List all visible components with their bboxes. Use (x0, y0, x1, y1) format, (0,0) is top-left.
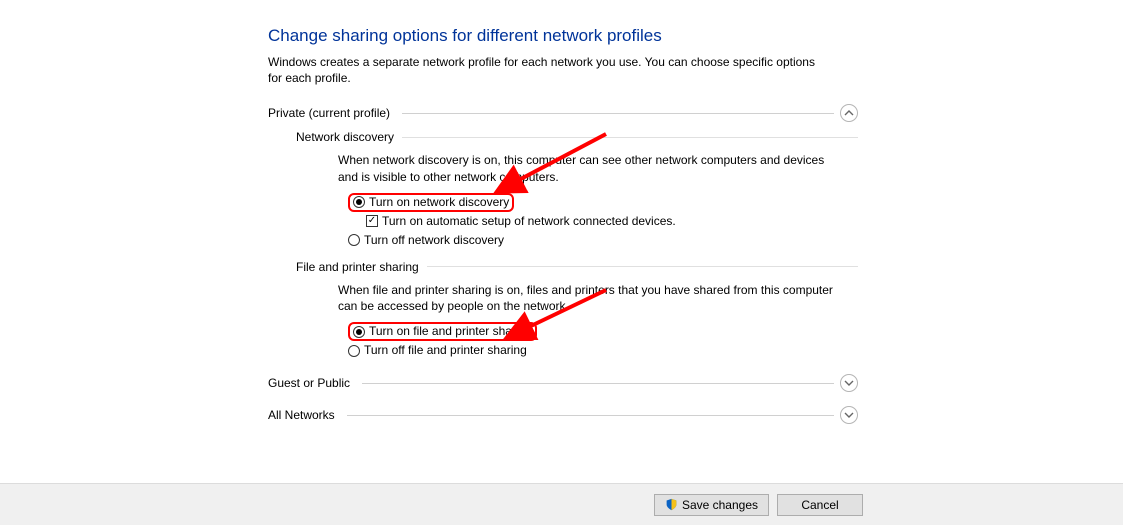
desc-network-discovery: When network discovery is on, this compu… (338, 152, 838, 184)
options-file-printer: Turn on file and printer sharing Turn of… (348, 322, 855, 360)
radio-fp-on-row[interactable]: Turn on file and printer sharing (348, 322, 855, 341)
divider-line (362, 383, 834, 384)
page-title: Change sharing options for different net… (268, 26, 855, 46)
radio-fp-on-label: Turn on file and printer sharing (369, 322, 532, 341)
checkbox-icon[interactable]: ✓ (366, 215, 378, 227)
divider-line (402, 137, 858, 138)
radio-fp-off-row[interactable]: Turn off file and printer sharing (348, 341, 855, 360)
heading-network-discovery: Network discovery (296, 130, 858, 144)
annotation-highlight-nd-on: Turn on network discovery (348, 193, 514, 212)
main-content: Change sharing options for different net… (0, 0, 855, 424)
desc-file-printer: When file and printer sharing is on, fil… (338, 282, 838, 314)
save-changes-button[interactable]: Save changes (654, 494, 769, 516)
radio-icon[interactable] (353, 326, 365, 338)
section-private-label: Private (current profile) (268, 106, 396, 120)
options-network-discovery: Turn on network discovery ✓ Turn on auto… (348, 193, 855, 250)
cancel-button[interactable]: Cancel (777, 494, 863, 516)
radio-fp-off-label: Turn off file and printer sharing (364, 341, 527, 360)
section-guest-label: Guest or Public (268, 376, 356, 390)
radio-nd-on-row[interactable]: Turn on network discovery (348, 193, 855, 212)
page-description: Windows creates a separate network profi… (268, 54, 828, 86)
annotation-highlight-fp-on: Turn on file and printer sharing (348, 322, 537, 341)
section-all-header[interactable]: All Networks (268, 406, 858, 424)
checkbox-auto-setup-row[interactable]: ✓ Turn on automatic setup of network con… (366, 212, 855, 231)
button-bar: Save changes Cancel (0, 483, 1123, 525)
section-all-label: All Networks (268, 408, 341, 422)
checkbox-auto-setup-label: Turn on automatic setup of network conne… (382, 212, 676, 231)
divider-line (402, 113, 834, 114)
chevron-up-icon[interactable] (840, 104, 858, 122)
chevron-down-icon[interactable] (840, 374, 858, 392)
chevron-down-icon[interactable] (840, 406, 858, 424)
radio-icon[interactable] (348, 345, 360, 357)
radio-icon[interactable] (348, 234, 360, 246)
cancel-label: Cancel (801, 498, 838, 512)
shield-icon (665, 498, 678, 511)
section-private-header[interactable]: Private (current profile) (268, 104, 858, 122)
heading-file-printer-label: File and printer sharing (296, 260, 419, 274)
heading-file-printer: File and printer sharing (296, 260, 858, 274)
divider-line (427, 266, 858, 267)
divider-line (347, 415, 834, 416)
radio-nd-off-label: Turn off network discovery (364, 231, 504, 250)
heading-network-discovery-label: Network discovery (296, 130, 394, 144)
radio-nd-on-label: Turn on network discovery (369, 193, 509, 212)
save-changes-label: Save changes (682, 498, 758, 512)
section-guest-header[interactable]: Guest or Public (268, 374, 858, 392)
radio-icon[interactable] (353, 196, 365, 208)
radio-nd-off-row[interactable]: Turn off network discovery (348, 231, 855, 250)
